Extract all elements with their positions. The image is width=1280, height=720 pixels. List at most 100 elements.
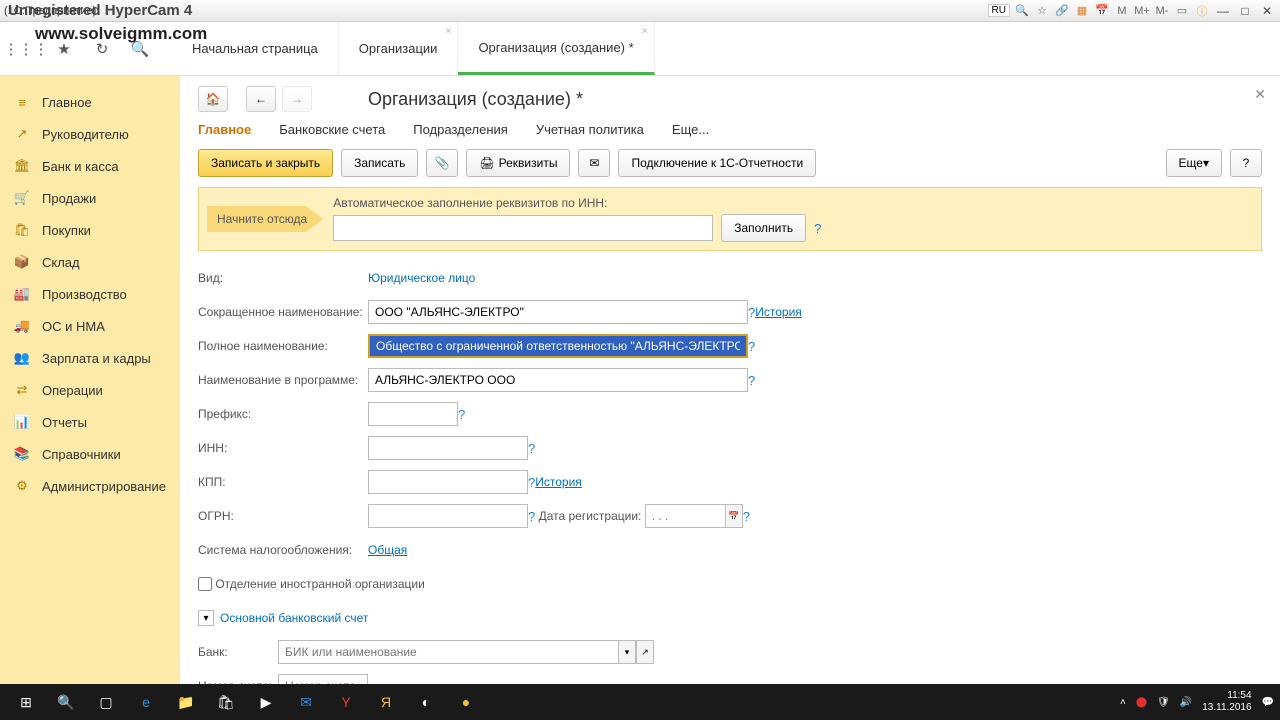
sidebar-item-purchases[interactable]: 🛍Покупки [0, 214, 180, 246]
star-icon[interactable]: ☆ [1034, 3, 1050, 19]
foreign-label: Отделение иностранной организации [215, 577, 424, 591]
tray-icon[interactable]: ˄ [1120, 697, 1126, 708]
search-taskbar-icon[interactable]: 🔍 [46, 687, 86, 717]
calc-icon[interactable]: ▦ [1074, 3, 1090, 19]
help-icon[interactable]: ? [528, 441, 535, 456]
ogrn-label: ОГРН: [198, 509, 368, 523]
tax-value-link[interactable]: Общая [368, 543, 407, 557]
dropdown-icon[interactable]: ▾ [618, 640, 636, 664]
tab-close-icon[interactable]: × [642, 26, 648, 37]
cal-icon[interactable]: 📅 [1094, 3, 1110, 19]
full-name-input[interactable] [368, 334, 748, 358]
watermark-url: www.solveigmm.com [35, 24, 207, 44]
mplus-icon[interactable]: M+ [1134, 3, 1150, 19]
tab-close-icon[interactable]: × [446, 26, 452, 37]
sidebar-item-assets[interactable]: 🚚ОС и НМА [0, 310, 180, 342]
app-icon[interactable]: Y [326, 687, 366, 717]
inn-autofill-input[interactable] [333, 215, 713, 241]
taskview-icon[interactable]: ▢ [86, 687, 126, 717]
inn-label: ИНН: [198, 441, 368, 455]
mail-icon[interactable]: ✉ [286, 687, 326, 717]
subtab-more[interactable]: Еще... [672, 122, 709, 137]
tab-org-create[interactable]: Организация (создание) *× [458, 22, 654, 75]
prefix-input[interactable] [368, 402, 458, 426]
inn-input[interactable] [368, 436, 528, 460]
short-name-input[interactable] [368, 300, 748, 324]
foreign-checkbox[interactable] [198, 577, 212, 591]
back-button[interactable]: ← [246, 86, 276, 112]
link-icon[interactable]: 🔗 [1054, 3, 1070, 19]
bank-section-header[interactable]: Основной банковский счет [220, 611, 368, 625]
sidebar-item-main[interactable]: ≡Главное [0, 86, 180, 118]
help-icon[interactable]: ? [748, 339, 755, 354]
mminus-icon[interactable]: M- [1154, 3, 1170, 19]
tray-icon[interactable]: 🔊 [1180, 697, 1192, 708]
collapse-icon[interactable]: ▾ [198, 610, 214, 626]
edge-icon[interactable]: e [126, 687, 166, 717]
forward-button[interactable]: → [282, 86, 312, 112]
sidebar-item-production[interactable]: 🏭Производство [0, 278, 180, 310]
clock[interactable]: 11:5413.11.2016 [1202, 690, 1251, 714]
connect-1c-button[interactable]: Подключение к 1С-Отчетности [618, 149, 816, 177]
tray-icon[interactable]: 🛡 [1157, 697, 1170, 708]
ops-icon: ⇄ [14, 382, 30, 398]
app-icon[interactable]: Я [366, 687, 406, 717]
maximize-button[interactable]: □ [1236, 3, 1254, 19]
help-icon[interactable]: ? [528, 509, 535, 524]
save-button[interactable]: Записать [341, 149, 418, 177]
m-icon[interactable]: M [1114, 3, 1130, 19]
program-name-input[interactable] [368, 368, 748, 392]
explorer-icon[interactable]: 📁 [166, 687, 206, 717]
sidebar-item-reports[interactable]: 📊Отчеты [0, 406, 180, 438]
ogrn-input[interactable] [368, 504, 528, 528]
subtab-bank[interactable]: Банковские счета [279, 122, 385, 137]
close-button[interactable]: ✕ [1258, 3, 1276, 19]
notifications-icon[interactable]: 💬 [1262, 697, 1274, 708]
calendar-icon[interactable]: 📅 [725, 504, 743, 528]
sidebar-item-hr[interactable]: 👥Зарплата и кадры [0, 342, 180, 374]
help-icon[interactable]: ? [748, 305, 755, 320]
sidebar-item-warehouse[interactable]: 📦Склад [0, 246, 180, 278]
start-button[interactable]: ⊞ [6, 687, 46, 717]
store-icon[interactable]: 🛍 [206, 687, 246, 717]
info-icon[interactable]: ⓘ [1194, 3, 1210, 19]
close-page-icon[interactable]: ✕ [1254, 86, 1266, 103]
history-link[interactable]: История [755, 305, 802, 319]
tray-icon[interactable]: ⬤ [1136, 697, 1147, 708]
sidebar-item-manager[interactable]: ↗Руководителю [0, 118, 180, 150]
windows-icon[interactable]: ▭ [1174, 3, 1190, 19]
subtab-main[interactable]: Главное [198, 122, 251, 137]
lang-badge[interactable]: RU [988, 4, 1010, 17]
app-icon[interactable]: ● [446, 687, 486, 717]
tab-orgs[interactable]: Организации× [339, 22, 459, 75]
history-link[interactable]: История [535, 475, 582, 489]
tool-icon[interactable]: 🔍 [1014, 3, 1030, 19]
kpp-input[interactable] [368, 470, 528, 494]
media-icon[interactable]: ▶ [246, 687, 286, 717]
sidebar-item-refs[interactable]: 📚Справочники [0, 438, 180, 470]
bank-input[interactable] [278, 640, 618, 664]
sidebar-item-admin[interactable]: ⚙Администрирование [0, 470, 180, 502]
help-icon[interactable]: ? [814, 221, 821, 236]
subtab-dept[interactable]: Подразделения [413, 122, 508, 137]
help-icon[interactable]: ? [748, 373, 755, 388]
regdate-input[interactable] [645, 504, 725, 528]
requisites-button[interactable]: 🖨Реквизиты [466, 149, 570, 177]
attach-button[interactable]: 📎 [426, 149, 458, 177]
more-button[interactable]: Еще ▾ [1166, 149, 1222, 177]
help-icon[interactable]: ? [528, 475, 535, 490]
save-close-button[interactable]: Записать и закрыть [198, 149, 333, 177]
open-icon[interactable]: ↗ [636, 640, 654, 664]
fill-button[interactable]: Заполнить [721, 214, 806, 242]
help-button[interactable]: ? [1230, 149, 1262, 177]
app-icon[interactable]: ◐ [406, 687, 446, 717]
help-icon[interactable]: ? [743, 509, 750, 524]
subtab-policy[interactable]: Учетная политика [536, 122, 644, 137]
sidebar-item-bank[interactable]: 🏛Банк и касса [0, 150, 180, 182]
mail-button[interactable]: ✉ [578, 149, 610, 177]
sidebar-item-sales[interactable]: 🛒Продажи [0, 182, 180, 214]
sidebar-item-operations[interactable]: ⇄Операции [0, 374, 180, 406]
minimize-button[interactable]: — [1214, 3, 1232, 19]
home-button[interactable]: 🏠 [198, 86, 228, 112]
help-icon[interactable]: ? [458, 407, 465, 422]
